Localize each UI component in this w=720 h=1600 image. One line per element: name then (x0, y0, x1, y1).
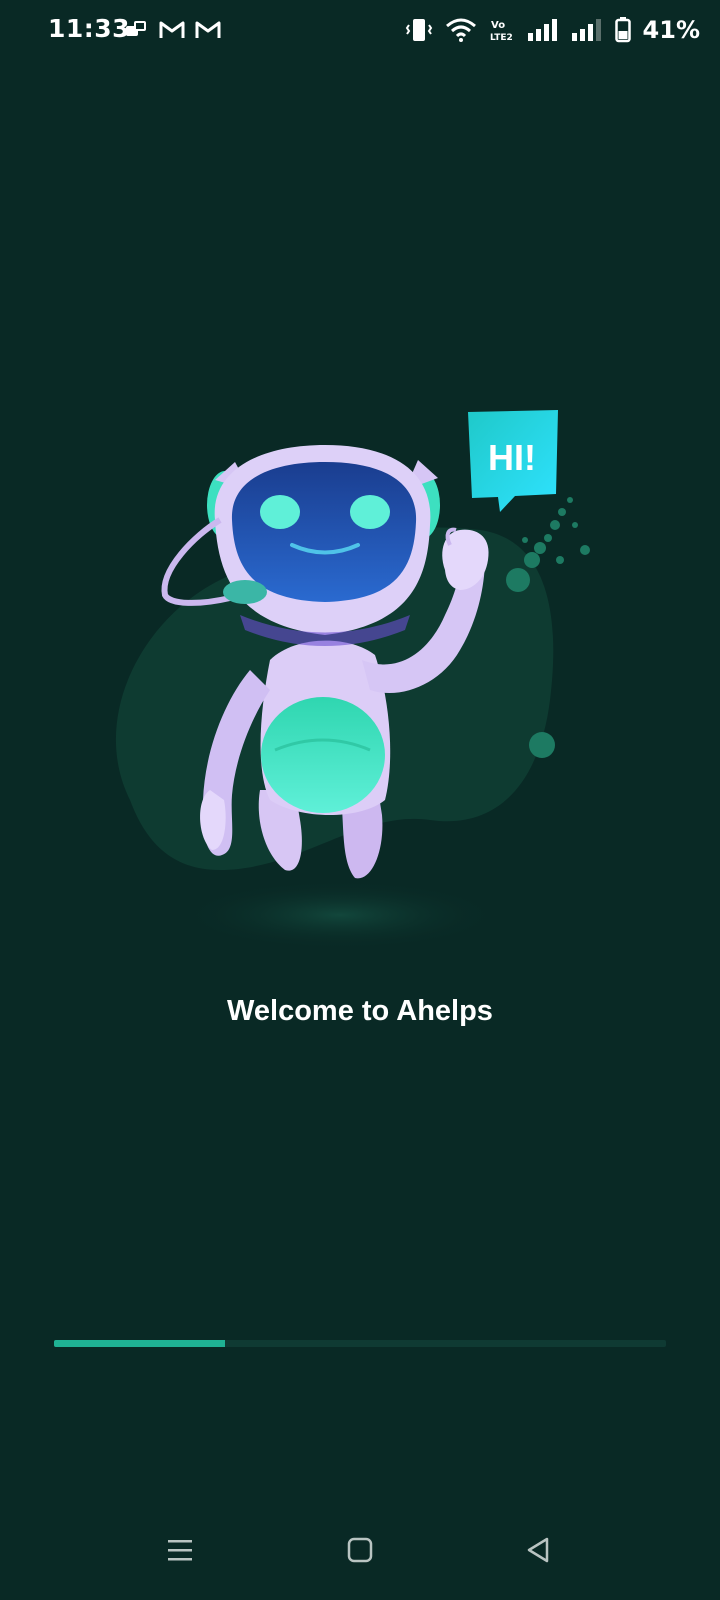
robot-belly (261, 697, 385, 813)
battery-icon (614, 17, 631, 43)
status-left-icons (124, 18, 222, 42)
svg-text:Vo: Vo (491, 20, 505, 31)
robot-eye-right (350, 495, 390, 529)
gmail-icon (159, 21, 185, 38)
status-bar: 11:33 Vo LTE2 41% (0, 0, 720, 64)
home-icon (347, 1537, 373, 1563)
battery-percent: 41% (642, 16, 700, 44)
status-time: 11:33 (48, 14, 131, 43)
signal-icon (527, 19, 557, 41)
notification-icon (126, 21, 146, 36)
robot-visor (231, 462, 417, 602)
welcome-title: Welcome to Ahelps (227, 995, 493, 1027)
vibrate-icon (405, 19, 432, 41)
navigation-bar (0, 1500, 720, 1600)
back-icon (527, 1537, 549, 1563)
volte-icon: Vo LTE2 (490, 20, 513, 43)
status-right-icons: Vo LTE2 41% (405, 16, 700, 44)
speech-bubble-text: HI! (488, 437, 536, 478)
signal-icon (571, 19, 601, 41)
ground-shadow (180, 880, 500, 950)
loading-progress-fill (54, 1340, 226, 1347)
robot-eye-left (260, 495, 300, 529)
back-button[interactable] (518, 1530, 558, 1570)
recent-apps-icon (168, 1540, 192, 1561)
wifi-icon (445, 18, 476, 42)
robot-illustration: HI! (115, 410, 590, 950)
loading-progress-bar (54, 1340, 666, 1347)
gmail-icon (195, 21, 221, 38)
speech-bubble: HI! (468, 410, 558, 512)
svg-text:LTE2: LTE2 (490, 33, 513, 43)
robot-mic (223, 580, 267, 604)
recent-apps-button[interactable] (160, 1530, 200, 1570)
home-button[interactable] (340, 1530, 380, 1570)
